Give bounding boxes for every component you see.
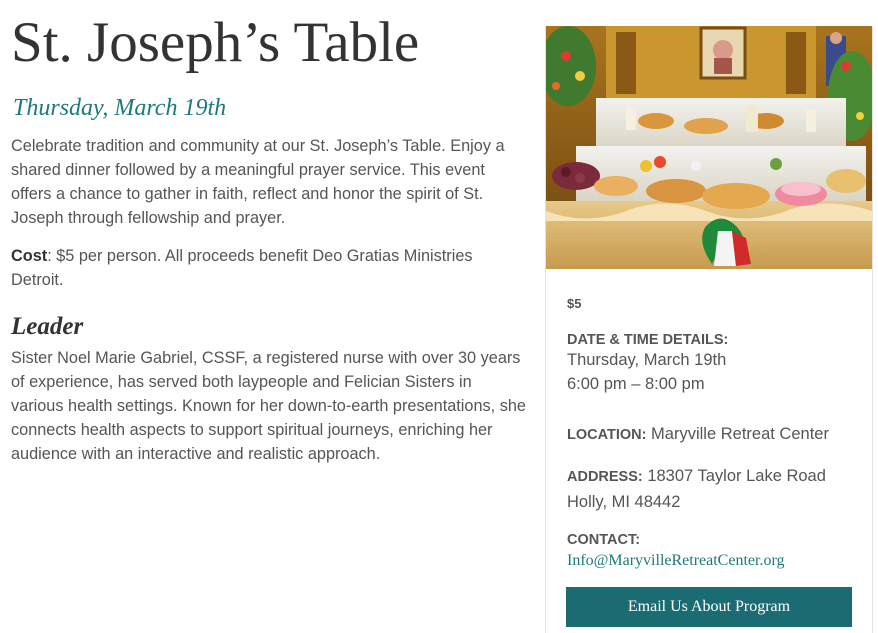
- event-date: Thursday, March 19th: [567, 351, 727, 369]
- location-value: Maryville Retreat Center: [646, 425, 829, 443]
- address-block: ADDRESS: 18307 Taylor Lake Road Holly, M…: [567, 464, 826, 514]
- event-details: $5 DATE & TIME DETAILS: Thursday, March …: [567, 296, 857, 569]
- leader-bio: Sister Noel Marie Gabriel, CSSF, a regis…: [11, 349, 526, 463]
- address-label: ADDRESS:: [567, 469, 643, 485]
- event-time: 6:00 pm – 8:00 pm: [567, 375, 705, 393]
- email-us-button[interactable]: Email Us About Program: [566, 587, 852, 627]
- cost-text: : $5 per person. All proceeds benefit De…: [11, 247, 473, 289]
- address-line2: Holly, MI 48442: [567, 493, 681, 511]
- event-sidebar: $5 DATE & TIME DETAILS: Thursday, March …: [545, 26, 873, 633]
- cost-label: Cost: [11, 247, 48, 265]
- event-photo: [546, 26, 872, 269]
- price: $5: [567, 296, 582, 311]
- event-description: Celebrate tradition and community at our…: [11, 137, 505, 227]
- location-label: LOCATION:: [567, 427, 647, 443]
- contact-email-link[interactable]: Info@MaryvilleRetreatCenter.org: [567, 552, 784, 570]
- contact-block: CONTACT: Info@MaryvilleRetreatCenter.org: [567, 532, 784, 570]
- event-date-heading: Thursday, March 19th: [13, 95, 227, 121]
- leader-heading: Leader: [11, 313, 84, 340]
- event-cost: Cost: $5 per person. All proceeds benefi…: [11, 244, 526, 292]
- datetime-block: DATE & TIME DETAILS: Thursday, March 19t…: [567, 332, 728, 396]
- event-main-content: St. Joseph’s Table Thursday, March 19th …: [11, 10, 526, 466]
- datetime-label: DATE & TIME DETAILS:: [567, 332, 729, 348]
- page-title: St. Joseph’s Table: [11, 11, 420, 74]
- location-block: LOCATION: Maryville Retreat Center: [567, 422, 829, 446]
- contact-label: CONTACT:: [567, 532, 641, 548]
- address-line1: 18307 Taylor Lake Road: [642, 467, 826, 485]
